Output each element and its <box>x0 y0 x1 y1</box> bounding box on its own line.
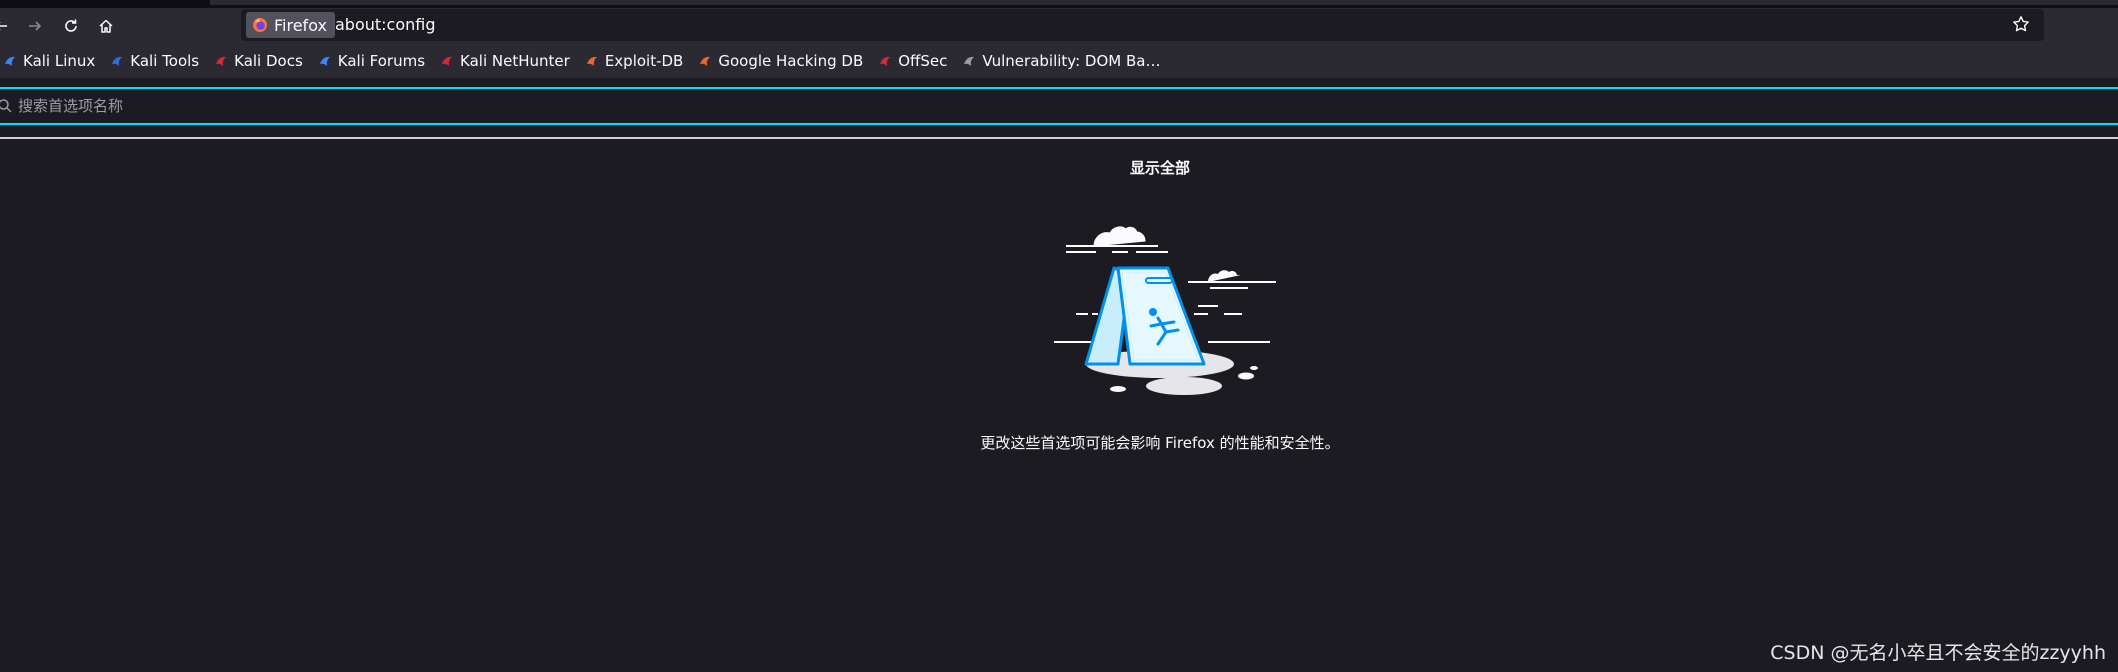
kali-forums-icon <box>317 53 333 69</box>
ghdb-icon <box>697 53 713 69</box>
show-all-button[interactable]: 显示全部 <box>1080 157 1240 178</box>
search-input[interactable] <box>18 89 2098 123</box>
tab-strip-line <box>210 0 2118 5</box>
bookmark-item[interactable]: OffSec <box>877 52 947 70</box>
back-arrow-icon <box>0 22 7 30</box>
bookmark-label: Google Hacking DB <box>718 52 864 70</box>
wet-floor-warning-illustration <box>1054 226 1276 395</box>
bookmark-label: Kali Tools <box>130 52 200 70</box>
bookmark-item[interactable]: Kali Linux <box>2 52 95 70</box>
bookmark-item[interactable]: Kali Forums <box>317 52 425 70</box>
nethunter-icon <box>439 53 455 69</box>
exploit-db-icon <box>584 53 600 69</box>
identity-box[interactable]: Firefox <box>246 12 335 38</box>
offsec-icon <box>877 53 893 69</box>
url-bar[interactable]: Firefox about:config <box>241 9 2044 41</box>
forward-button[interactable] <box>20 12 50 40</box>
bookmark-label: Kali Forums <box>337 52 426 70</box>
bookmark-label: Kali NetHunter <box>460 52 570 70</box>
bookmark-item[interactable]: Kali Tools <box>109 52 199 70</box>
bookmark-label: OffSec <box>898 52 948 70</box>
search-icon <box>0 98 13 118</box>
kali-tools-icon <box>109 53 125 69</box>
forward-arrow-icon <box>29 21 42 31</box>
tab-strip <box>0 0 2118 8</box>
star-icon <box>2013 16 2029 32</box>
home-icon <box>99 19 113 33</box>
bookmark-label: Vulnerability: DOM Ba… <box>982 52 1161 70</box>
divider <box>0 137 2118 139</box>
bookmark-label: Kali Docs <box>234 52 303 70</box>
back-button[interactable] <box>0 12 16 40</box>
home-button[interactable] <box>91 12 121 40</box>
bookmark-item[interactable]: Exploit-DB <box>584 52 684 70</box>
firefox-logo-icon <box>253 18 267 32</box>
bookmark-star-button[interactable] <box>2012 15 2030 37</box>
csdn-watermark: CSDN @无名小卒且不会安全的zzyyhh <box>1770 642 2106 664</box>
url-text[interactable]: about:config <box>335 15 436 34</box>
reload-icon <box>65 19 77 32</box>
dvwa-icon <box>961 53 977 69</box>
config-search <box>0 87 2118 125</box>
identity-label: Firefox <box>274 15 327 35</box>
bookmark-label: Exploit-DB <box>604 52 684 70</box>
warning-message: 更改这些首选项可能会影响 Firefox 的性能和安全性。 <box>980 434 1340 452</box>
kali-docs-icon <box>213 53 229 69</box>
bookmark-item[interactable]: Kali NetHunter <box>439 52 570 70</box>
bookmark-item[interactable]: Kali Docs <box>213 52 303 70</box>
bookmarks-toolbar: Kali Linux Kali Tools Kali Docs Kali Forums… <box>0 44 2118 78</box>
bookmark-label: Kali Linux <box>23 52 96 70</box>
navigation-toolbar: Firefox about:config <box>0 8 2118 44</box>
bookmark-item[interactable]: Vulnerability: DOM Ba… <box>961 52 1160 70</box>
bookmark-item[interactable]: Google Hacking DB <box>697 52 863 70</box>
reload-button[interactable] <box>56 12 86 40</box>
kali-dragon-icon <box>2 53 18 69</box>
